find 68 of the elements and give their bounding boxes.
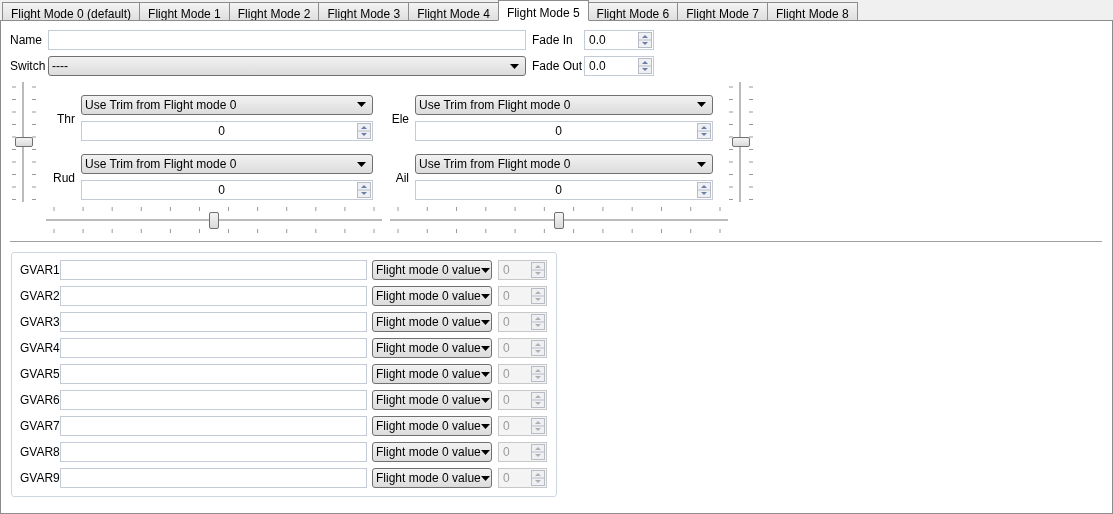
gvar-label: GVAR2 <box>20 288 60 305</box>
trim-source-dropdown[interactable]: Use Trim from Flight mode 0 <box>415 154 713 175</box>
tab[interactable]: Flight Mode 1 <box>139 2 230 21</box>
spin-arrows-icon[interactable] <box>697 182 711 199</box>
dropdown-caret-icon <box>480 397 490 403</box>
dropdown-caret-icon <box>480 319 490 325</box>
tab[interactable]: Flight Mode 7 <box>677 2 768 21</box>
horizontal-slider[interactable] <box>390 205 728 235</box>
tab[interactable]: Flight Mode 5 <box>497 0 589 21</box>
spin-box[interactable]: 0 <box>81 180 373 201</box>
trim-label: Ele <box>390 110 409 128</box>
slider-thumb[interactable] <box>15 137 33 147</box>
gvar-name-field[interactable] <box>60 312 367 332</box>
gvar-name-field[interactable] <box>60 468 367 488</box>
switch-dropdown[interactable]: ---- <box>48 56 526 76</box>
slider-thumb[interactable] <box>732 137 750 147</box>
trim-label: Thr <box>56 110 75 128</box>
vertical-slider[interactable] <box>10 82 38 202</box>
gvar-name-field[interactable] <box>60 442 367 462</box>
trim-source-dropdown[interactable]: Use Trim from Flight mode 0 <box>415 94 713 115</box>
trim-label: Ail <box>394 170 409 188</box>
dropdown-caret-icon <box>357 161 366 167</box>
dropdown-caret-icon <box>480 423 490 429</box>
gvar-label: GVAR4 <box>20 340 60 357</box>
spin-arrows-icon[interactable] <box>638 32 652 48</box>
gvar-name-field[interactable] <box>60 338 367 358</box>
dropdown-caret-icon <box>510 63 519 69</box>
gvar-label: GVAR7 <box>20 418 60 435</box>
slider-thumb[interactable] <box>209 212 219 229</box>
name-field[interactable] <box>48 30 526 50</box>
gvar-name-field[interactable] <box>60 286 367 306</box>
trim-source-dropdown[interactable]: Use Trim from Flight mode 0 <box>81 94 373 115</box>
field-label: Fade In <box>532 32 574 49</box>
dropdown-caret-icon <box>480 449 490 455</box>
tab[interactable]: Flight Mode 4 <box>408 2 499 21</box>
dropdown-caret-icon <box>480 475 490 481</box>
field-label: Name <box>10 32 42 49</box>
gvar-label: GVAR9 <box>20 470 60 487</box>
spin-arrows-icon[interactable] <box>697 122 711 139</box>
dropdown-caret-icon <box>480 345 490 351</box>
dropdown-caret-icon <box>480 371 490 377</box>
dropdown-caret-icon <box>480 267 490 273</box>
dropdown-caret-icon <box>357 102 366 108</box>
spin-box[interactable]: 0 <box>81 120 373 141</box>
gvar-name-field[interactable] <box>60 260 367 280</box>
spin-arrows-icon[interactable] <box>357 122 371 139</box>
dropdown-caret-icon <box>480 293 490 299</box>
gvar-label: GVAR3 <box>20 314 60 331</box>
spin-arrows-icon[interactable] <box>638 58 652 74</box>
spin-box[interactable]: 0 <box>415 180 713 201</box>
spin-box[interactable]: 0.0 <box>584 56 654 76</box>
dropdown-caret-icon <box>697 161 706 167</box>
gvar-name-field[interactable] <box>60 390 367 410</box>
gvar-name-field[interactable] <box>60 364 367 384</box>
gvar-label: GVAR1 <box>20 262 60 279</box>
spin-arrows-icon[interactable] <box>357 182 371 199</box>
gvar-name-field[interactable] <box>60 416 367 436</box>
trim-source-dropdown[interactable]: Use Trim from Flight mode 0 <box>81 154 373 175</box>
gvar-label: GVAR8 <box>20 444 60 461</box>
spin-box[interactable]: 0 <box>415 120 713 141</box>
gvar-label: GVAR5 <box>20 366 60 383</box>
horizontal-slider[interactable] <box>46 205 382 235</box>
spin-box[interactable]: 0.0 <box>584 30 654 50</box>
vertical-slider[interactable] <box>727 82 755 202</box>
dropdown-caret-icon <box>697 102 706 108</box>
gvar-label: GVAR6 <box>20 392 60 409</box>
slider-thumb[interactable] <box>554 212 564 229</box>
trim-label: Rud <box>52 170 75 188</box>
